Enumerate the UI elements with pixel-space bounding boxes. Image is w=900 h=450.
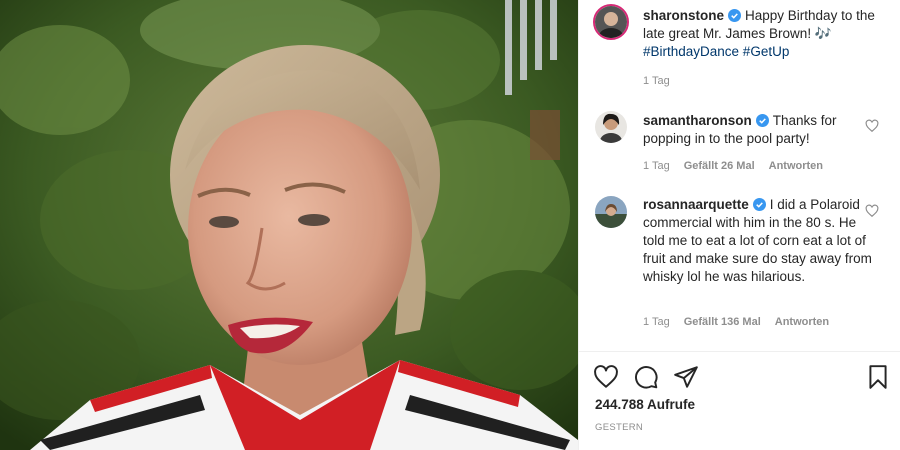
comment-meta: 1 Tag Gefällt 26 Mal Antworten	[643, 160, 837, 172]
comment-reply-button[interactable]: Antworten	[769, 160, 823, 172]
comment-reply-button[interactable]: Antworten	[775, 316, 829, 328]
comment-likes[interactable]: Gefällt 26 Mal	[684, 160, 755, 172]
comment-age[interactable]: 1 Tag	[643, 316, 670, 328]
verified-badge-icon	[728, 9, 742, 22]
comment-meta: 1 Tag Gefällt 136 Mal Antworten	[643, 316, 843, 328]
view-count[interactable]: 244.788 Aufrufe	[595, 397, 695, 412]
comment-likes[interactable]: Gefällt 136 Mal	[684, 316, 761, 328]
verified-badge-icon	[752, 198, 766, 211]
caption-hashtags[interactable]: #BirthdayDance #GetUp	[643, 44, 789, 59]
video-frame-image	[0, 0, 578, 450]
post-date[interactable]: GESTERN	[595, 422, 643, 433]
comment-username[interactable]: samantharonson	[643, 113, 752, 128]
paper-plane-icon[interactable]	[673, 364, 699, 390]
author-username[interactable]: sharonstone	[643, 8, 724, 23]
commenter-avatar[interactable]	[595, 111, 627, 143]
comment: samantharonson Thanks for popping in to t…	[643, 112, 873, 148]
video-player[interactable]	[0, 0, 578, 450]
caption-age[interactable]: 1 Tag	[643, 75, 670, 87]
heart-icon[interactable]	[593, 364, 619, 390]
comment-username[interactable]: rosannaarquette	[643, 197, 749, 212]
section-divider	[579, 351, 900, 352]
author-avatar[interactable]	[593, 4, 629, 40]
comment-like-heart-icon[interactable]	[865, 204, 879, 218]
commenter-avatar[interactable]	[595, 196, 627, 228]
comment: rosannaarquette I did a Polaroid commerci…	[643, 196, 873, 286]
post-action-bar	[593, 364, 893, 390]
bookmark-icon[interactable]	[865, 364, 891, 390]
comment-like-heart-icon[interactable]	[865, 119, 879, 133]
commenter-avatar-image	[595, 196, 627, 228]
comment-bubble-icon[interactable]	[633, 364, 659, 390]
commenter-avatar-image	[595, 111, 627, 143]
author-avatar-image	[595, 6, 627, 38]
verified-badge-icon	[755, 114, 769, 127]
caption-meta: 1 Tag	[643, 75, 684, 87]
post-details-panel: sharonstone Happy Birthday to the late gr…	[578, 0, 900, 450]
comment-age[interactable]: 1 Tag	[643, 160, 670, 172]
post-caption: sharonstone Happy Birthday to the late gr…	[643, 7, 893, 61]
